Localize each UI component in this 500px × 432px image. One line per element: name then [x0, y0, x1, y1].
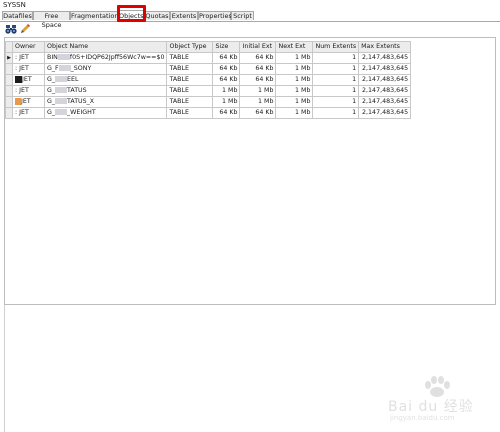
cell-object-name[interactable]: G_ TATUS: [43, 85, 168, 97]
cell-initial-ext[interactable]: 64 Kb: [239, 107, 277, 119]
cell-num-extents[interactable]: 1: [312, 96, 360, 108]
tab-objects[interactable]: Objects: [118, 10, 144, 21]
pencil-icon[interactable]: [19, 23, 31, 35]
cell-object-name[interactable]: G_ EEL: [43, 74, 168, 86]
column-header-object-name[interactable]: Object Name: [43, 41, 168, 53]
cell-object-name[interactable]: G_ TATUS_X: [43, 96, 168, 108]
cell-size[interactable]: 64 Kb: [212, 63, 241, 75]
window-title: SYSSN: [3, 1, 26, 9]
cell-owner[interactable]: : JET: [12, 63, 45, 75]
cell-num-extents[interactable]: 1: [312, 85, 360, 97]
table-row[interactable]: JET G_ TATUS_X TABLE 1 Mb 1 Mb 1 Mb 1 2,1…: [5, 96, 412, 108]
objects-table: Owner Object Name Object Type Size Initi…: [5, 41, 412, 119]
table-row[interactable]: ▶ : JET BIN f0S+IDQP62Jpff56Wc7w==$0 TABL…: [5, 52, 412, 64]
cell-initial-ext[interactable]: 1 Mb: [239, 85, 277, 97]
left-panel-edge: [4, 305, 5, 432]
cell-next-ext[interactable]: 1 Mb: [275, 63, 314, 75]
cell-initial-ext[interactable]: 64 Kb: [239, 74, 277, 86]
cell-object-type[interactable]: TABLE: [166, 74, 214, 86]
redaction-blur: [55, 98, 68, 104]
cell-num-extents[interactable]: 1: [312, 63, 360, 75]
redaction-blur: [58, 65, 71, 71]
cell-initial-ext[interactable]: 1 Mb: [239, 96, 277, 108]
tab-script[interactable]: Script: [231, 11, 254, 20]
cell-object-type[interactable]: TABLE: [166, 107, 214, 119]
current-row-arrow-icon: ▶: [5, 52, 13, 64]
cell-object-name[interactable]: G_ _WEIGHT: [43, 107, 168, 119]
cell-max-extents[interactable]: 2,147,483,645: [358, 63, 412, 75]
redaction-blur: [55, 109, 68, 115]
row-indicator: [5, 74, 13, 86]
row-indicator: [5, 63, 13, 75]
cell-owner[interactable]: : JET: [12, 107, 45, 119]
tab-free-space[interactable]: Free Space: [33, 11, 70, 29]
cell-owner[interactable]: JET: [12, 74, 45, 86]
cell-next-ext[interactable]: 1 Mb: [275, 74, 314, 86]
cell-object-name[interactable]: BIN f0S+IDQP62Jpff56Wc7w==$0: [43, 52, 168, 64]
cell-next-ext[interactable]: 1 Mb: [275, 96, 314, 108]
objects-grid: Owner Object Name Object Type Size Initi…: [4, 37, 496, 305]
cell-object-type[interactable]: TABLE: [166, 85, 214, 97]
tab-quotas[interactable]: Quotas: [144, 11, 170, 20]
table-row[interactable]: : JET G_F _SONY TABLE 64 Kb 64 Kb 1 Mb 1 …: [5, 63, 412, 75]
cell-size[interactable]: 64 Kb: [212, 107, 241, 119]
cell-object-type[interactable]: TABLE: [166, 63, 214, 75]
header-row: Owner Object Name Object Type Size Initi…: [5, 41, 412, 53]
table-row[interactable]: : JET G_ _WEIGHT TABLE 64 Kb 64 Kb 1 Mb 1…: [5, 107, 412, 119]
table-row[interactable]: JET G_ EEL TABLE 64 Kb 64 Kb 1 Mb 1 2,147…: [5, 74, 412, 86]
column-header-initial-ext[interactable]: Initial Ext: [239, 41, 277, 53]
tab-datafiles[interactable]: Datafiles: [2, 11, 33, 20]
cell-max-extents[interactable]: 2,147,483,645: [358, 85, 412, 97]
tab-extents[interactable]: Extents: [170, 11, 198, 20]
cell-size[interactable]: 1 Mb: [212, 85, 241, 97]
cell-initial-ext[interactable]: 64 Kb: [239, 52, 277, 64]
row-indicator: [5, 96, 13, 108]
cell-max-extents[interactable]: 2,147,483,645: [358, 96, 412, 108]
redaction-blur: [57, 54, 70, 60]
tab-properties[interactable]: Properties: [198, 11, 232, 20]
cell-object-type[interactable]: TABLE: [166, 52, 214, 64]
cell-owner[interactable]: JET: [12, 96, 45, 108]
cell-max-extents[interactable]: 2,147,483,645: [358, 74, 412, 86]
cell-initial-ext[interactable]: 64 Kb: [239, 63, 277, 75]
table-row[interactable]: : JET G_ TATUS TABLE 1 Mb 1 Mb 1 Mb 1 2,1…: [5, 85, 412, 97]
column-header-max-extents[interactable]: Max Extents: [358, 41, 412, 53]
watermark-text: Bai du 经验: [388, 399, 474, 415]
tab-bar: Datafiles Free Space Fragmentation Objec…: [0, 10, 500, 29]
cell-num-extents[interactable]: 1: [312, 107, 360, 119]
cell-next-ext[interactable]: 1 Mb: [275, 52, 314, 64]
cell-num-extents[interactable]: 1: [312, 74, 360, 86]
cell-size[interactable]: 64 Kb: [212, 52, 241, 64]
row-indicator-header: [5, 41, 13, 53]
binoculars-icon[interactable]: [5, 23, 17, 35]
cell-owner[interactable]: : JET: [12, 85, 45, 97]
cell-max-extents[interactable]: 2,147,483,645: [358, 52, 412, 64]
watermark-url: jingyan.baidu.com: [390, 414, 455, 422]
row-indicator: [5, 107, 13, 119]
row-indicator: [5, 85, 13, 97]
cell-object-name[interactable]: G_F _SONY: [43, 63, 168, 75]
watermark: Bai du 经验 jingyan.baidu.com: [384, 376, 494, 426]
redaction-blur: [15, 75, 22, 83]
cell-next-ext[interactable]: 1 Mb: [275, 107, 314, 119]
redaction-blur: [55, 87, 68, 93]
cell-owner[interactable]: : JET: [12, 52, 45, 64]
column-header-num-extents[interactable]: Num Extents: [312, 41, 360, 53]
cell-size[interactable]: 64 Kb: [212, 74, 241, 86]
column-header-owner[interactable]: Owner: [12, 41, 45, 53]
cell-num-extents[interactable]: 1: [312, 52, 360, 64]
column-header-size[interactable]: Size: [212, 41, 241, 53]
paw-icon: [425, 376, 450, 397]
cell-size[interactable]: 1 Mb: [212, 96, 241, 108]
redaction-blur: [55, 76, 68, 82]
cell-next-ext[interactable]: 1 Mb: [275, 85, 314, 97]
toolbar: [0, 22, 500, 36]
column-header-object-type[interactable]: Object Type: [166, 41, 214, 53]
column-header-next-ext[interactable]: Next Ext: [275, 41, 314, 53]
cell-object-type[interactable]: TABLE: [166, 96, 214, 108]
tab-fragmentation[interactable]: Fragmentation: [70, 11, 118, 20]
cell-max-extents[interactable]: 2,147,483,645: [358, 107, 412, 119]
